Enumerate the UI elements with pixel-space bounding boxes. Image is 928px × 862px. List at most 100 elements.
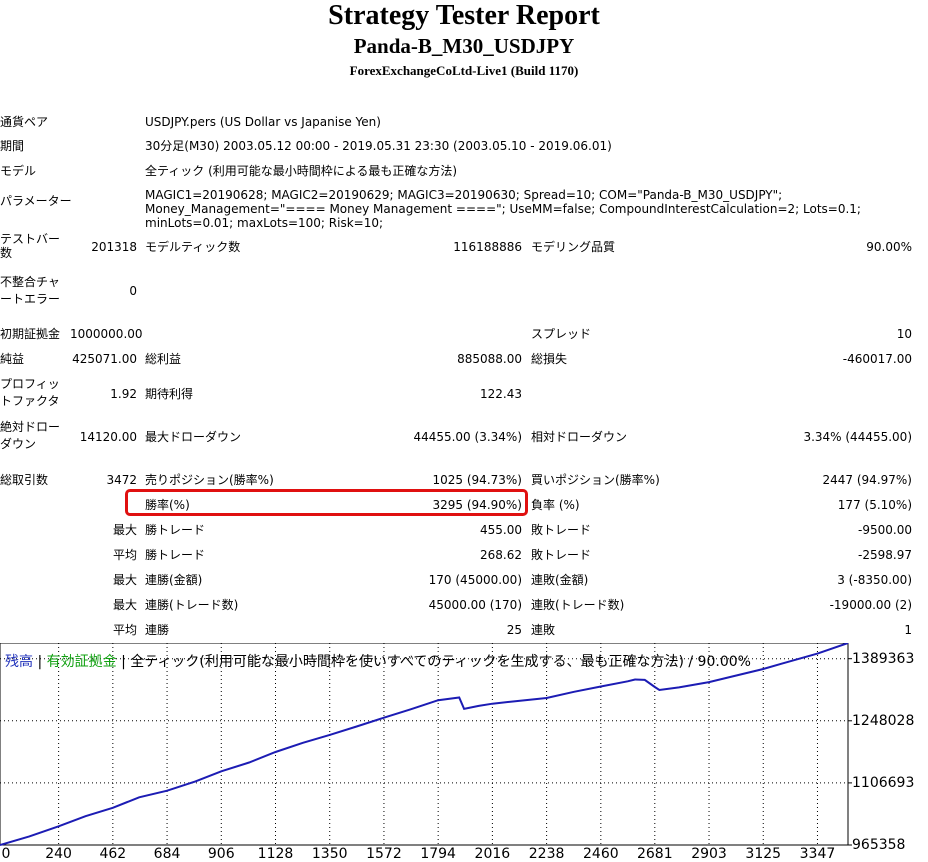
- rel-dd-value: 3.34% (44455.00): [803, 430, 912, 444]
- model-ticks-label: モデルティック数: [145, 240, 241, 254]
- loss-pct-value: 177 (5.10%): [837, 498, 912, 512]
- rel-dd-label: 相対ドローダウン: [531, 430, 628, 444]
- period-label: 期間: [0, 139, 25, 153]
- avg-label: 平均: [112, 548, 137, 562]
- total-trades-label: 総取引数: [0, 473, 49, 487]
- x-tick-label: 3125: [745, 846, 782, 862]
- legend-equity: 有効証拠金: [46, 654, 117, 670]
- pair-label: 通貨ペア: [0, 115, 49, 129]
- max-label-3: 最大: [112, 598, 137, 612]
- y-tick-label: 1248028: [852, 712, 915, 729]
- expected-value: 122.43: [480, 387, 522, 401]
- model-ticks-value: 116188886: [453, 240, 522, 254]
- win-pct-label: 勝率(%): [145, 498, 190, 512]
- short-label: 売りポジション(勝率%): [145, 473, 274, 487]
- long-label: 買いポジション(勝率%): [531, 473, 660, 487]
- server-build: ForexExchangeCoLtd-Live1 (Build 1170): [349, 63, 579, 78]
- consec-win-cnt-label: 連勝(トレード数): [145, 598, 239, 612]
- max-win-label: 勝トレード: [145, 523, 206, 537]
- abs-dd-value: 14120.00: [79, 430, 137, 444]
- gross-loss-value: -460017.00: [842, 352, 912, 366]
- x-tick-label: 684: [153, 846, 181, 862]
- y-tick-label: 1389363: [852, 650, 915, 667]
- max-loss-label: 敗トレード: [531, 523, 592, 537]
- spread-value: 10: [896, 327, 912, 341]
- legend-desc: | 全ティック(利用可能な最小時間枠を使いすべてのティックを生成する、最も正確な…: [116, 654, 751, 670]
- abs-dd-label: 絶対ドローダウン: [0, 420, 61, 451]
- consec-loss-cnt-value: -19000.00 (2): [829, 598, 912, 612]
- x-tick-label: 1350: [311, 846, 348, 862]
- loss-pct-label: 負率 (%): [531, 498, 580, 512]
- test-bars-label: テストバー数: [0, 232, 61, 260]
- pf-label: プロフィットファクタ: [0, 377, 60, 408]
- report-title: Strategy Tester Report: [328, 0, 600, 31]
- pair-value: USDJPY.pers (US Dollar vs Japanise Yen): [145, 115, 381, 129]
- x-tick-label: 2238: [528, 846, 565, 862]
- consec-win-amt-value: 170 (45000.00): [428, 573, 522, 587]
- legend-sep: |: [33, 654, 47, 670]
- net-value: 425071.00: [72, 352, 137, 366]
- avg-loss-label: 敗トレード: [531, 548, 592, 562]
- deposit-label: 初期証拠金: [0, 327, 61, 341]
- spread-label: スプレッド: [531, 327, 592, 341]
- x-tick-label: 3347: [799, 846, 836, 862]
- deposit-value: 1000000.00: [70, 327, 143, 341]
- gross-profit-value: 885088.00: [457, 352, 522, 366]
- avg-win-value: 268.62: [480, 548, 522, 562]
- chart-legend: 残高 | 有効証拠金 | 全ティック(利用可能な最小時間枠を使いすべてのティック…: [5, 651, 751, 671]
- consec-win-amt-label: 連勝(金額): [145, 573, 203, 587]
- avg-consec-loss-label: 連敗: [531, 623, 556, 637]
- legend-balance: 残高: [5, 654, 33, 670]
- avg-consec-win-label: 連勝: [145, 623, 170, 637]
- expected-label: 期待利得: [145, 387, 194, 401]
- x-tick-label: 240: [45, 846, 72, 862]
- x-tick-label: 1128: [257, 846, 294, 862]
- model-quality-value: 90.00%: [866, 240, 912, 254]
- x-tick-label: 1794: [420, 846, 456, 862]
- y-tick-label: 1106693: [852, 774, 915, 791]
- x-tick-label: 1572: [366, 846, 402, 862]
- pf-value: 1.92: [110, 387, 137, 401]
- mismatch-label: 不整合チャートエラー: [0, 275, 61, 306]
- max-loss-value: -9500.00: [858, 523, 912, 537]
- test-bars-value: 201318: [91, 240, 137, 254]
- consec-loss-amt-label: 連敗(金額): [531, 573, 589, 587]
- avg-label-2: 平均: [112, 623, 137, 637]
- model-value: 全ティック (利用可能な最小時間枠による最も正確な方法): [145, 164, 458, 178]
- consec-win-cnt-value: 45000.00 (170): [428, 598, 522, 612]
- x-tick-label: 2460: [583, 846, 619, 862]
- net-label: 純益: [0, 352, 25, 366]
- max-dd-value: 44455.00 (3.34%): [413, 430, 522, 444]
- model-quality-label: モデリング品質: [531, 240, 616, 254]
- consec-loss-cnt-label: 連敗(トレード数): [531, 598, 625, 612]
- y-tick-label: 965358: [852, 837, 906, 853]
- x-tick-label: 2903: [691, 846, 727, 862]
- model-label: モデル: [0, 164, 37, 178]
- max-win-value: 455.00: [480, 523, 522, 537]
- long-value: 2447 (94.97%): [822, 473, 912, 487]
- total-trades-value: 3472: [106, 473, 137, 487]
- x-tick-label: 0: [1, 846, 11, 862]
- avg-win-label: 勝トレード: [145, 548, 206, 562]
- max-label-2: 最大: [112, 573, 137, 587]
- mismatch-value: 0: [129, 284, 137, 298]
- x-tick-label: 2681: [636, 846, 673, 862]
- avg-loss-value: -2598.97: [858, 548, 912, 562]
- avg-consec-loss-value: 1: [904, 623, 912, 637]
- x-tick-label: 462: [99, 846, 127, 862]
- x-tick-label: 906: [207, 846, 235, 862]
- params-value: MAGIC1=20190628; MAGIC2=20190629; MAGIC3…: [145, 188, 861, 230]
- gross-loss-label: 総損失: [531, 352, 568, 366]
- avg-consec-win-value: 25: [506, 623, 522, 637]
- max-dd-label: 最大ドローダウン: [145, 430, 242, 444]
- params-label: パラメーター: [0, 194, 72, 208]
- x-tick-label: 2016: [474, 846, 511, 862]
- balance-chart: [0, 643, 852, 846]
- short-value: 1025 (94.73%): [432, 473, 522, 487]
- max-label: 最大: [112, 523, 137, 537]
- gross-profit-label: 総利益: [145, 352, 182, 366]
- period-value: 30分足(M30) 2003.05.12 00:00 - 2019.05.31 …: [145, 139, 612, 153]
- win-pct-value: 3295 (94.90%): [432, 498, 522, 512]
- consec-loss-amt-value: 3 (-8350.00): [837, 573, 912, 587]
- report-subtitle: Panda-B_M30_USDJPY: [353, 34, 575, 58]
